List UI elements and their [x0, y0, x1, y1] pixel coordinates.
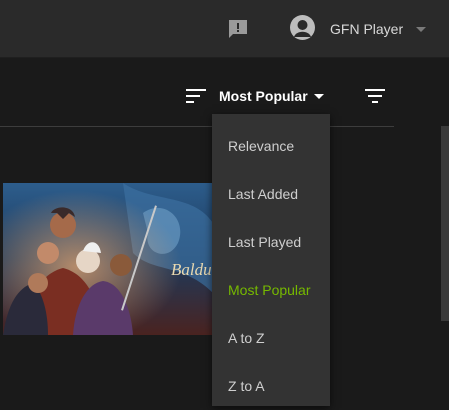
game-cover-art: Baldur's Gate [3, 183, 213, 335]
sort-option-label: Last Added [228, 186, 299, 202]
sort-option-a-to-z[interactable]: A to Z [212, 314, 330, 362]
top-bar: GFN Player [0, 0, 449, 58]
sort-chevron-icon[interactable] [313, 93, 325, 101]
sort-option-last-played[interactable]: Last Played [212, 218, 330, 266]
scrollbar[interactable] [441, 126, 449, 321]
sort-option-label: A to Z [228, 330, 265, 346]
game-card[interactable]: Baldur's Gate [3, 183, 213, 335]
feedback-icon[interactable] [227, 18, 249, 40]
sort-icon[interactable] [186, 88, 208, 104]
sort-option-last-added[interactable]: Last Added [212, 170, 330, 218]
sort-dropdown-menu: Relevance Last Added Last Played Most Po… [212, 114, 330, 406]
sort-option-label: Last Played [228, 234, 302, 250]
sort-option-relevance[interactable]: Relevance [212, 122, 330, 170]
sort-option-z-to-a[interactable]: Z to A [212, 362, 330, 410]
sort-dropdown-label[interactable]: Most Popular [219, 88, 308, 104]
sort-option-label: Most Popular [228, 282, 311, 298]
sort-option-most-popular[interactable]: Most Popular [212, 266, 330, 314]
sort-option-label: Relevance [228, 138, 295, 154]
filter-icon[interactable] [365, 88, 385, 104]
divider [0, 126, 394, 127]
user-avatar-icon[interactable] [290, 15, 315, 40]
account-name[interactable]: GFN Player [330, 21, 403, 37]
game-logo-text: Baldur's Gate [171, 260, 213, 279]
sort-option-label: Z to A [228, 378, 265, 394]
chevron-down-icon[interactable] [415, 26, 427, 34]
